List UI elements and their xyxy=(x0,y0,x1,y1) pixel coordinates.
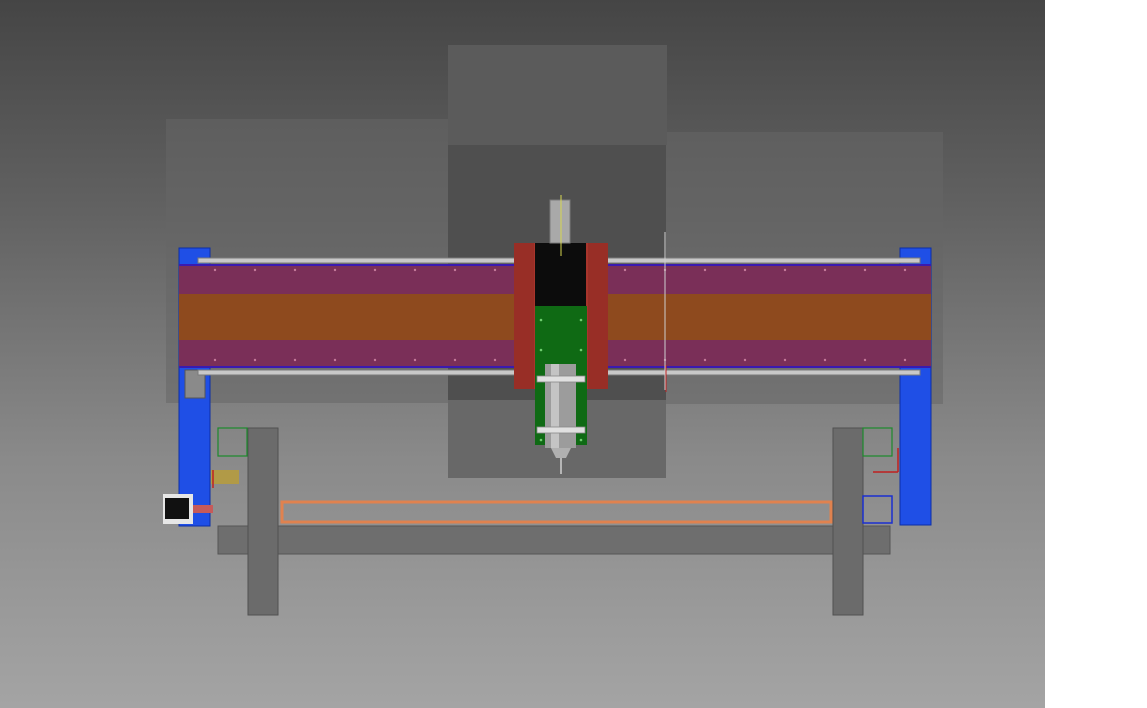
motor-mount-plate xyxy=(211,470,239,484)
table-leg-left xyxy=(247,427,279,616)
motor-coupler xyxy=(193,505,213,513)
cad-viewport[interactable] xyxy=(0,0,1045,708)
carriage-plate-shade-right xyxy=(588,243,608,389)
endstop-box-left xyxy=(217,427,248,457)
carriage-plate-shade-left xyxy=(514,243,534,389)
spindle-clamp-upper xyxy=(536,375,586,383)
cnc-machine-model xyxy=(163,45,943,616)
table-rear-rail xyxy=(217,525,891,555)
sensor-box-right xyxy=(862,495,893,524)
table-bed-outline xyxy=(280,500,833,524)
background-panel-top xyxy=(448,45,667,145)
blank-margin xyxy=(1045,0,1147,708)
table-leg-right xyxy=(832,427,864,616)
endstop-box-right xyxy=(862,427,893,457)
z-motor-shaft-housing xyxy=(549,199,571,244)
spindle-clamp-lower xyxy=(536,426,586,434)
stepper-motor-core xyxy=(165,498,189,519)
